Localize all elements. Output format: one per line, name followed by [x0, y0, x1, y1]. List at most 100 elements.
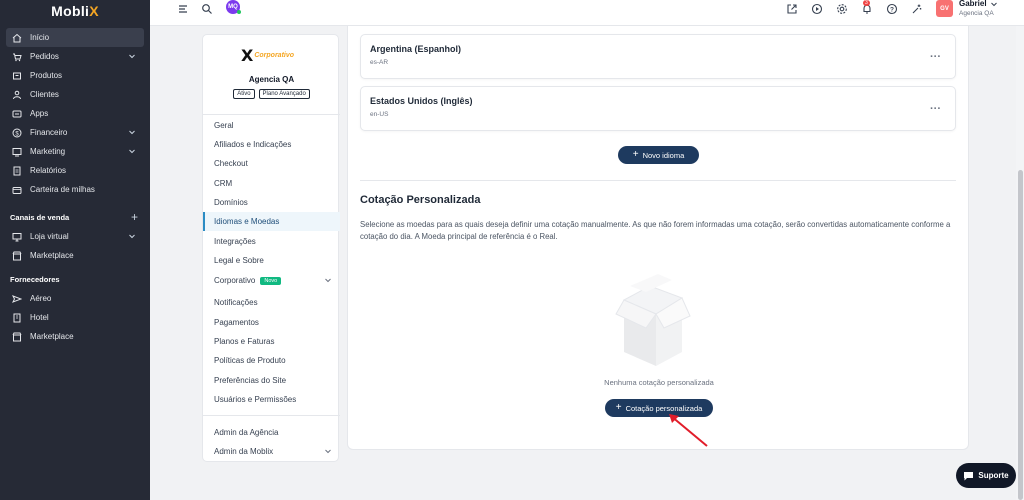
menu-item-integracoes[interactable]: Integrações [203, 232, 340, 251]
avatar[interactable]: MQ [226, 0, 241, 14]
play-circle-icon[interactable] [811, 3, 823, 15]
menu-item-label: Admin da Agência [214, 428, 279, 437]
sidebar-item-pedidos[interactable]: Pedidos [6, 47, 144, 66]
menu-item-label: Políticas de Produto [214, 356, 286, 365]
menu-item-planos[interactable]: Planos e Faturas [203, 332, 340, 351]
user-avatar[interactable]: GV [936, 0, 953, 17]
megaphone-icon [12, 147, 22, 157]
menu-item-notificacoes[interactable]: Notificações [203, 293, 340, 312]
scrollbar-thumb[interactable] [1018, 170, 1023, 500]
chevron-down-icon [129, 54, 135, 59]
menu-item-pagamentos[interactable]: Pagamentos [203, 313, 340, 332]
sidebar-item-clientes[interactable]: Clientes [6, 85, 144, 104]
add-channel-icon[interactable]: + [131, 210, 138, 224]
new-language-button[interactable]: + Novo idioma [618, 146, 699, 164]
user-initials: GV [940, 5, 949, 12]
menu-item-admin-moblix[interactable]: Admin da Moblix [203, 442, 340, 461]
search-icon[interactable] [201, 3, 213, 15]
logo-text: Mobli [51, 3, 90, 19]
brand-logo-mark: X [241, 45, 254, 65]
section-title: Canais de venda [10, 212, 70, 222]
menu-item-label: Geral [214, 121, 234, 130]
sidebar-item-label: Produtos [30, 71, 63, 80]
home-icon [12, 33, 22, 43]
annotation-arrow [669, 414, 708, 447]
sidebar-item-financeiro[interactable]: $ Financeiro [6, 123, 144, 142]
chevron-down-icon[interactable] [990, 0, 998, 8]
more-options-icon[interactable]: ··· [930, 103, 941, 115]
divider [203, 114, 340, 115]
menu-item-idiomas-moedas[interactable]: Idiomas e Moedas [203, 212, 340, 231]
section-description: Selecione as moedas para as quais deseja… [360, 220, 951, 241]
external-link-icon[interactable] [786, 3, 798, 15]
sidebar-item-label: Carteira de milhas [30, 185, 95, 194]
support-button[interactable]: Suporte [956, 463, 1016, 488]
sidebar-item-marketplace-fornecedor[interactable]: Marketplace [6, 327, 144, 346]
chevron-down-icon [129, 130, 135, 135]
menu-item-afiliados[interactable]: Afiliados e Indicações [203, 135, 340, 154]
support-label: Suporte [978, 471, 1009, 480]
brand-logo: X Corporativo [241, 44, 303, 66]
sidebar-item-loja-virtual[interactable]: Loja virtual [6, 227, 144, 246]
sidebar-item-hotel[interactable]: Hotel [6, 308, 144, 327]
user-name[interactable]: Gabriel [959, 0, 987, 8]
chevron-down-icon [325, 278, 331, 283]
language-code: es-AR [370, 59, 389, 66]
sidebar-item-aereo[interactable]: Aéreo [6, 289, 144, 308]
status-badge: Ativo [233, 89, 255, 99]
menu-item-label: Pagamentos [214, 318, 259, 327]
language-card: Estados Unidos (Inglês) en-US ··· [360, 86, 956, 131]
sidebar-item-apps[interactable]: Apps [6, 104, 144, 123]
sidebar-item-label: Início [30, 33, 50, 42]
sidebar-item-label: Marketplace [30, 332, 74, 341]
logo-x: X [89, 3, 99, 19]
menu-item-label: Checkout [214, 159, 248, 168]
app-logo[interactable]: Mobli X [0, 0, 150, 22]
menu-item-corporativo[interactable]: Corporativo Novo [203, 271, 340, 290]
language-name: Estados Unidos (Inglês) [370, 96, 473, 106]
section-title: Fornecedores [10, 274, 60, 284]
more-options-icon[interactable]: ··· [930, 51, 941, 63]
divider [360, 180, 956, 181]
menu-item-usuarios[interactable]: Usuários e Permissões [203, 390, 340, 409]
section-canais-de-venda: Canais de venda + [0, 207, 150, 227]
menu-item-admin-agencia[interactable]: Admin da Agência [203, 423, 340, 442]
sidebar-item-carteira[interactable]: Carteira de milhas [6, 180, 144, 199]
menu-item-checkout[interactable]: Checkout [203, 154, 340, 173]
menu-icon[interactable] [177, 3, 189, 15]
agency-badges: Ativo Plano Avançado [203, 89, 340, 99]
menu-item-label: CRM [214, 179, 233, 188]
chevron-down-icon [129, 149, 135, 154]
sidebar-item-marketing[interactable]: Marketing [6, 142, 144, 161]
magic-wand-icon[interactable] [911, 3, 923, 15]
sidebar-item-produtos[interactable]: Produtos [6, 66, 144, 85]
menu-item-geral[interactable]: Geral [203, 116, 340, 135]
empty-box-illustration [615, 274, 691, 366]
gear-icon[interactable] [836, 3, 848, 15]
sidebar-item-label: Hotel [30, 313, 49, 322]
sidebar-item-label: Aéreo [30, 294, 52, 303]
monitor-icon [12, 232, 22, 242]
divider [203, 415, 340, 416]
sidebar-item-marketplace[interactable]: Marketplace [6, 246, 144, 265]
sidebar-item-inicio[interactable]: Início [6, 28, 144, 47]
menu-item-dominios[interactable]: Domínios [203, 193, 340, 212]
menu-item-label: Usuários e Permissões [214, 395, 297, 404]
menu-item-legal[interactable]: Legal e Sobre [203, 251, 340, 270]
sidebar-item-relatorios[interactable]: Relatórios [6, 161, 144, 180]
avatar-initials: MQ [228, 4, 238, 10]
sidebar-item-label: Clientes [30, 90, 59, 99]
empty-state-text: Nenhuma cotação personalizada [604, 378, 714, 387]
sidebar-item-label: Financeiro [30, 128, 68, 137]
agency-name: Agencia QA [248, 75, 295, 84]
language-code: en-US [370, 111, 389, 118]
top-bar: MQ 3 ? GV Gabriel Agencia QA [150, 0, 1024, 26]
settings-menu: X Corporativo Agencia QA Ativo Plano Ava… [202, 34, 340, 462]
sidebar-item-label: Marketplace [30, 251, 74, 260]
cart-icon [12, 52, 22, 62]
menu-item-preferencias[interactable]: Preferências do Site [203, 371, 340, 390]
help-icon[interactable]: ? [886, 3, 898, 15]
menu-item-politicas[interactable]: Políticas de Produto [203, 351, 340, 370]
menu-item-crm[interactable]: CRM [203, 174, 340, 193]
report-icon [12, 166, 22, 176]
